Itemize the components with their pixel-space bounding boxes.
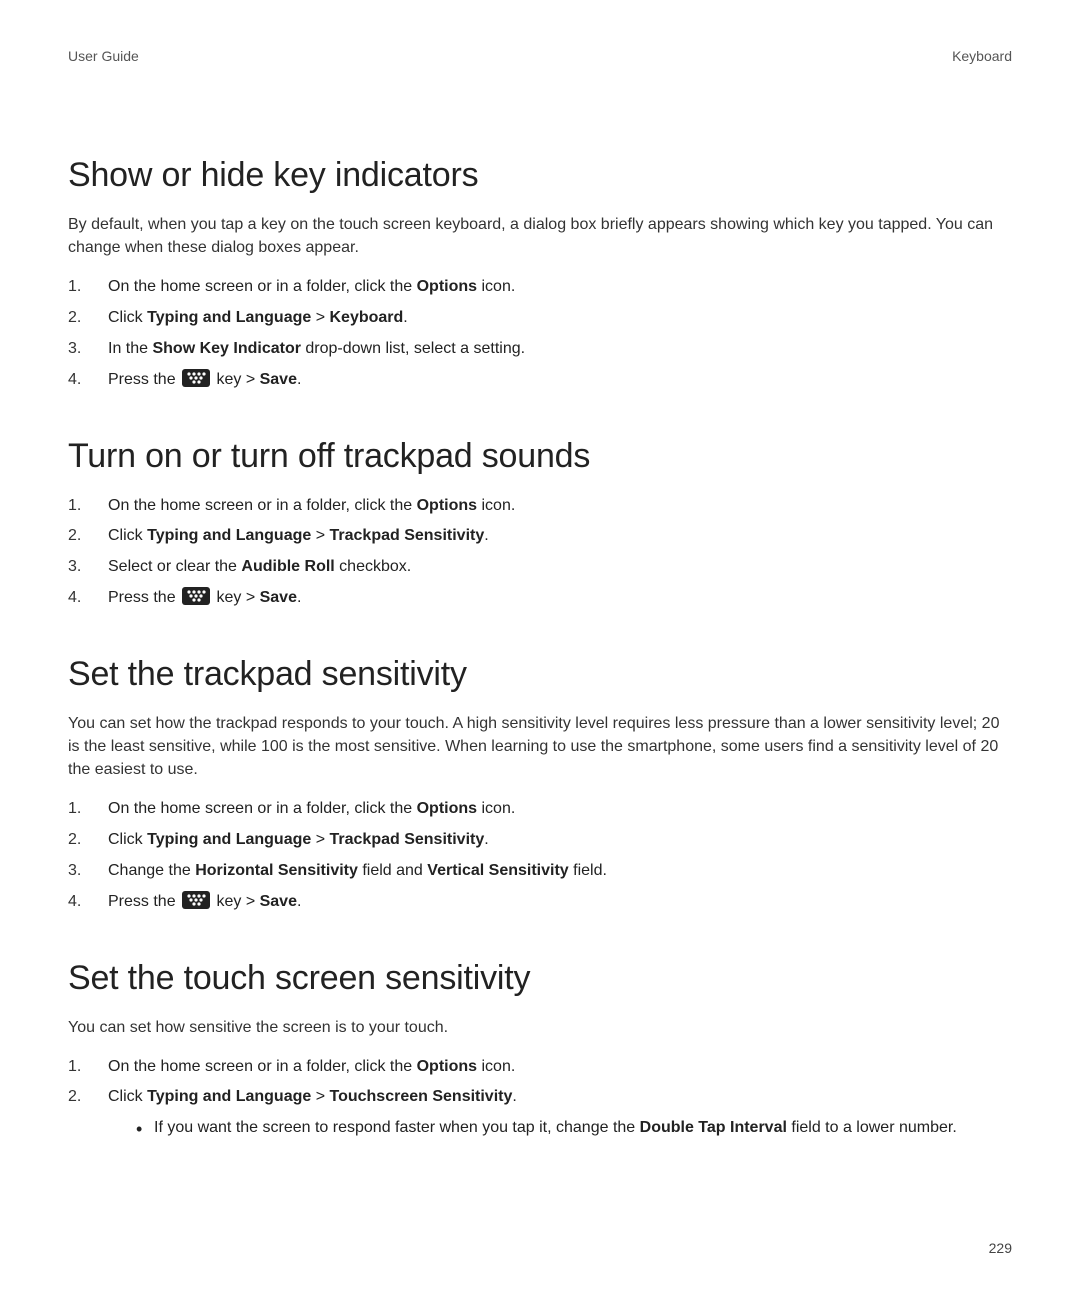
- header-left: User Guide: [68, 48, 139, 64]
- header-right: Keyboard: [952, 48, 1012, 64]
- steps-touchscreen-sensitivity: On the home screen or in a folder, click…: [68, 1055, 1012, 1141]
- heading-trackpad-sensitivity: Set the trackpad sensitivity: [68, 655, 1012, 694]
- page-number: 229: [989, 1240, 1012, 1256]
- page-header: User Guide Keyboard: [68, 48, 1012, 64]
- step: Click Typing and Language > Keyboard.: [68, 306, 1012, 331]
- section-trackpad-sensitivity: Set the trackpad sensitivity You can set…: [68, 655, 1012, 915]
- intro-trackpad-sensitivity: You can set how the trackpad responds to…: [68, 712, 1012, 782]
- step: On the home screen or in a folder, click…: [68, 797, 1012, 822]
- menu-key-icon: [182, 891, 210, 909]
- document-page: User Guide Keyboard Show or hide key ind…: [0, 0, 1080, 1296]
- step: Click Typing and Language > Trackpad Sen…: [68, 828, 1012, 853]
- sub-bullets: If you want the screen to respond faster…: [108, 1116, 1012, 1140]
- step: In the Show Key Indicator drop-down list…: [68, 337, 1012, 362]
- step: Change the Horizontal Sensitivity field …: [68, 859, 1012, 884]
- steps-trackpad-sensitivity: On the home screen or in a folder, click…: [68, 797, 1012, 914]
- step: On the home screen or in a folder, click…: [68, 275, 1012, 300]
- step: Press the key > Save.: [68, 890, 1012, 915]
- steps-key-indicators: On the home screen or in a folder, click…: [68, 275, 1012, 392]
- intro-key-indicators: By default, when you tap a key on the to…: [68, 213, 1012, 259]
- heading-key-indicators: Show or hide key indicators: [68, 156, 1012, 195]
- section-key-indicators: Show or hide key indicators By default, …: [68, 156, 1012, 393]
- heading-touchscreen-sensitivity: Set the touch screen sensitivity: [68, 959, 1012, 998]
- menu-key-icon: [182, 369, 210, 387]
- step: Select or clear the Audible Roll checkbo…: [68, 555, 1012, 580]
- intro-touchscreen-sensitivity: You can set how sensitive the screen is …: [68, 1016, 1012, 1039]
- step: Press the key > Save.: [68, 368, 1012, 393]
- step: Click Typing and Language > Trackpad Sen…: [68, 524, 1012, 549]
- step: On the home screen or in a folder, click…: [68, 494, 1012, 519]
- section-touchscreen-sensitivity: Set the touch screen sensitivity You can…: [68, 959, 1012, 1141]
- step: Press the key > Save.: [68, 586, 1012, 611]
- steps-trackpad-sounds: On the home screen or in a folder, click…: [68, 494, 1012, 611]
- step: On the home screen or in a folder, click…: [68, 1055, 1012, 1080]
- menu-key-icon: [182, 587, 210, 605]
- bullet: If you want the screen to respond faster…: [136, 1116, 1012, 1140]
- step: Click Typing and Language > Touchscreen …: [68, 1085, 1012, 1140]
- heading-trackpad-sounds: Turn on or turn off trackpad sounds: [68, 437, 1012, 476]
- section-trackpad-sounds: Turn on or turn off trackpad sounds On t…: [68, 437, 1012, 611]
